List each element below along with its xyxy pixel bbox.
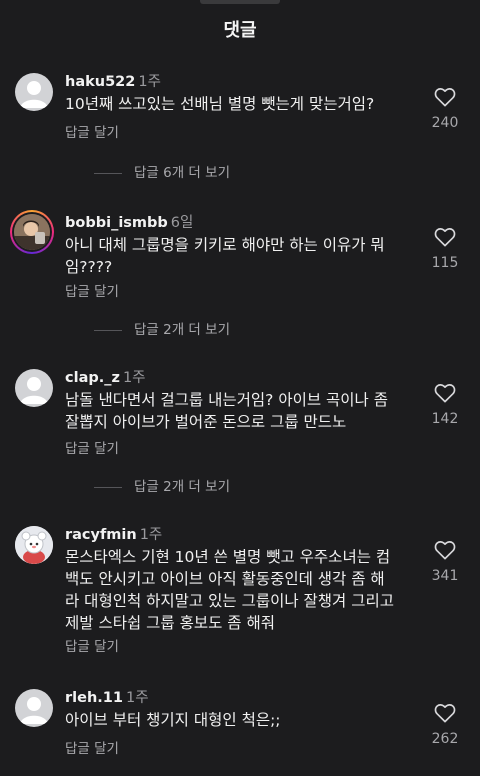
heart-icon[interactable] [434,227,456,247]
username[interactable]: haku522 [65,74,135,90]
view-replies-button[interactable]: 답글 2개 더 보기 [94,475,230,495]
comment-text: 남돌 낸다면서 걸그룹 내는거임? 아이브 곡이나 좀 잘뽑지 아이브가 벌어준… [65,391,388,431]
comment-text: 아니 대체 그룹명을 키키로 해야만 하는 이유가 뭐임???? [65,236,385,276]
avatar[interactable] [15,369,53,407]
timestamp: 1주 [138,74,161,90]
comment-meta: clap._z 1주 [65,366,146,387]
reply-button[interactable]: 답글 달기 [65,635,119,655]
profile-photo-image [14,214,50,250]
heart-icon[interactable] [434,540,456,560]
username[interactable]: bobbi_ismbb [65,215,168,231]
profile-photo [14,214,50,250]
character-avatar-image [15,526,53,564]
timestamp: 1주 [139,527,163,543]
like-count: 240 [431,115,459,131]
reply-button[interactable]: 답글 달기 [65,121,119,141]
comment-text: 몬스타엑스 기현 10년 쓴 별명 뺏고 우주소녀는 컴백도 안시키고 아이브 … [65,548,395,632]
view-replies-button[interactable]: 답글 6개 더 보기 [94,161,230,181]
divider-line [94,486,122,488]
comment-meta: bobbi_ismbb 6일 [65,211,193,232]
timestamp: 1주 [122,370,146,386]
username[interactable]: rleh.11 [65,690,123,706]
like-count: 115 [431,255,459,271]
comment-meta: haku522 1주 [65,70,161,91]
comment-meta: rleh.11 1주 [65,686,149,707]
default-avatar-icon [20,697,48,724]
avatar[interactable] [15,689,53,727]
like-button[interactable]: 262 [424,703,466,747]
like-button[interactable]: 142 [424,383,466,427]
like-count: 262 [431,731,459,747]
default-avatar-icon [20,81,48,108]
view-replies-label: 답글 2개 더 보기 [134,479,230,495]
username[interactable]: racyfmin [65,527,137,543]
view-replies-label: 답글 2개 더 보기 [134,322,230,338]
default-avatar-icon [20,377,48,404]
comment-text: 아이브 부터 챙기지 대형인 척은;; [65,711,281,729]
timestamp: 6일 [170,215,194,231]
divider-line [94,329,122,331]
like-button[interactable]: 115 [424,227,466,271]
like-button[interactable]: 240 [424,87,466,131]
like-count: 142 [431,411,459,427]
reply-button[interactable]: 답글 달기 [65,437,119,457]
reply-button[interactable]: 답글 달기 [65,280,119,300]
avatar[interactable] [15,73,53,111]
avatar[interactable] [15,526,53,564]
heart-icon[interactable] [434,87,456,107]
comment-text: 10년째 쓰고있는 선배님 별명 뺏는게 맞는거임? [65,95,375,113]
page-title: 댓글 [223,20,257,41]
reply-button[interactable]: 답글 달기 [65,737,119,757]
heart-icon[interactable] [434,383,456,403]
view-replies-button[interactable]: 답글 2개 더 보기 [94,318,230,338]
username[interactable]: clap._z [65,370,120,386]
avatar[interactable] [10,210,54,254]
view-replies-label: 답글 6개 더 보기 [134,165,230,181]
like-count: 341 [431,568,459,584]
like-button[interactable]: 341 [424,540,466,584]
comment-meta: racyfmin 1주 [65,523,162,544]
divider-line [94,172,122,174]
timestamp: 1주 [125,690,149,706]
heart-icon[interactable] [434,703,456,723]
comments-header: 댓글 [0,0,480,56]
